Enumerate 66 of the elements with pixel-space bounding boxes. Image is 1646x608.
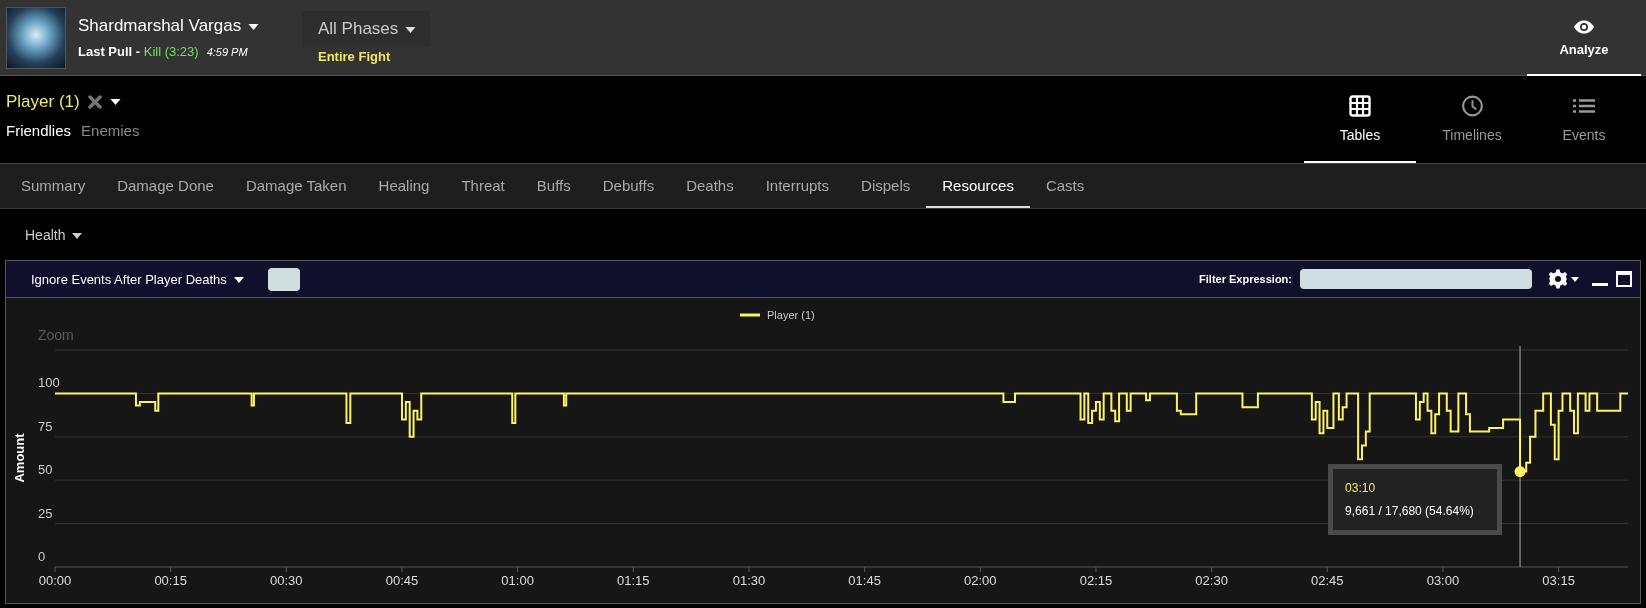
grid-icon bbox=[1349, 94, 1371, 117]
caret-icon bbox=[248, 23, 260, 30]
close-icon[interactable] bbox=[87, 95, 102, 109]
pull-result: Kill (3:23) bbox=[143, 44, 199, 59]
input-field[interactable] bbox=[267, 267, 300, 291]
chart-legend[interactable]: Player (1) bbox=[740, 309, 815, 321]
eye-icon bbox=[1573, 20, 1595, 34]
tooltip-time: 03:10 bbox=[1345, 480, 1377, 495]
caret-icon bbox=[72, 232, 83, 239]
pull-label: Last Pull - bbox=[78, 44, 142, 59]
report-tab[interactable]: Interrupts bbox=[749, 164, 846, 208]
boss-dropdown[interactable]: Shardmarshal Vargas bbox=[78, 16, 292, 36]
death-filter-dropdown[interactable]: Ignore Events After Player Deaths bbox=[31, 271, 244, 287]
x-tick-label: 03:00 bbox=[1426, 573, 1460, 588]
x-tick-label: 00:45 bbox=[385, 573, 419, 588]
report-tab[interactable]: Deaths bbox=[670, 164, 750, 208]
player-dropdown[interactable]: Player (1) bbox=[6, 92, 80, 112]
view-tab[interactable]: Timelines bbox=[1416, 76, 1528, 163]
x-tick-label: 00:00 bbox=[38, 573, 72, 588]
x-tick-label: 00:30 bbox=[270, 573, 303, 588]
y-tick-label: 75 bbox=[38, 418, 53, 434]
report-tab[interactable]: Damage Done bbox=[101, 164, 230, 208]
portrait-placeholder bbox=[6, 6, 66, 69]
report-tab[interactable]: Dispels bbox=[845, 164, 927, 208]
hover-point bbox=[1514, 466, 1526, 477]
x-tick-label: 02:30 bbox=[1195, 573, 1228, 588]
caret-icon bbox=[233, 277, 244, 284]
unit-group-tab[interactable]: Friendlies bbox=[6, 122, 72, 139]
y-tick-label: 0 bbox=[38, 549, 46, 564]
x-tick-label: 01:45 bbox=[848, 573, 881, 588]
report-tab[interactable]: Healing bbox=[362, 164, 446, 208]
x-tick-label: 02:45 bbox=[1311, 573, 1344, 588]
report-tab[interactable]: Threat bbox=[445, 164, 521, 208]
unit-group-tab[interactable]: Enemies bbox=[81, 122, 140, 139]
y-axis-title: Amount bbox=[12, 433, 27, 483]
report-tab[interactable]: Casts bbox=[1029, 164, 1101, 208]
view-tab[interactable]: Events bbox=[1528, 76, 1640, 163]
settings-icon[interactable] bbox=[1548, 269, 1580, 289]
y-tick-label: 100 bbox=[38, 375, 60, 391]
phase-subtitle: Entire Fight bbox=[317, 48, 392, 64]
caret-icon[interactable] bbox=[109, 99, 121, 105]
filter-label: Filter Expression: bbox=[1199, 273, 1292, 285]
legend-label: Player (1) bbox=[767, 309, 815, 321]
tooltip-value: 9,661 / 17,680 (54.64%) bbox=[1345, 503, 1475, 518]
phase-dropdown[interactable]: All Phases bbox=[302, 11, 431, 47]
x-tick-label: 01:15 bbox=[617, 573, 650, 588]
clock-icon bbox=[1460, 94, 1484, 117]
report-tab[interactable]: Debuffs bbox=[586, 164, 671, 208]
x-tick-label: 02:15 bbox=[1079, 573, 1113, 588]
x-tick-label: 02:00 bbox=[964, 573, 997, 588]
report-tab[interactable]: Resources bbox=[926, 164, 1030, 208]
x-tick-label: 03:15 bbox=[1542, 573, 1575, 588]
x-tick-label: 00:15 bbox=[154, 573, 187, 588]
report-tab[interactable]: Damage Taken bbox=[229, 164, 363, 208]
pull-time: 4:59 PM bbox=[206, 46, 248, 58]
caret-icon bbox=[405, 26, 417, 33]
filter-expression-field[interactable] bbox=[1300, 269, 1532, 289]
resource-dropdown[interactable]: Health bbox=[25, 226, 83, 243]
y-tick-label: 50 bbox=[38, 462, 53, 478]
maximize-icon[interactable] bbox=[1616, 271, 1632, 287]
report-tab[interactable]: Buffs bbox=[520, 164, 587, 208]
y-tick-label: 25 bbox=[38, 505, 53, 521]
report-tab[interactable]: Summary bbox=[5, 164, 102, 208]
x-tick-label: 01:00 bbox=[501, 573, 534, 588]
analyze-tab[interactable]: Analyze bbox=[1527, 0, 1641, 76]
x-tick-label: 01:30 bbox=[732, 573, 766, 588]
